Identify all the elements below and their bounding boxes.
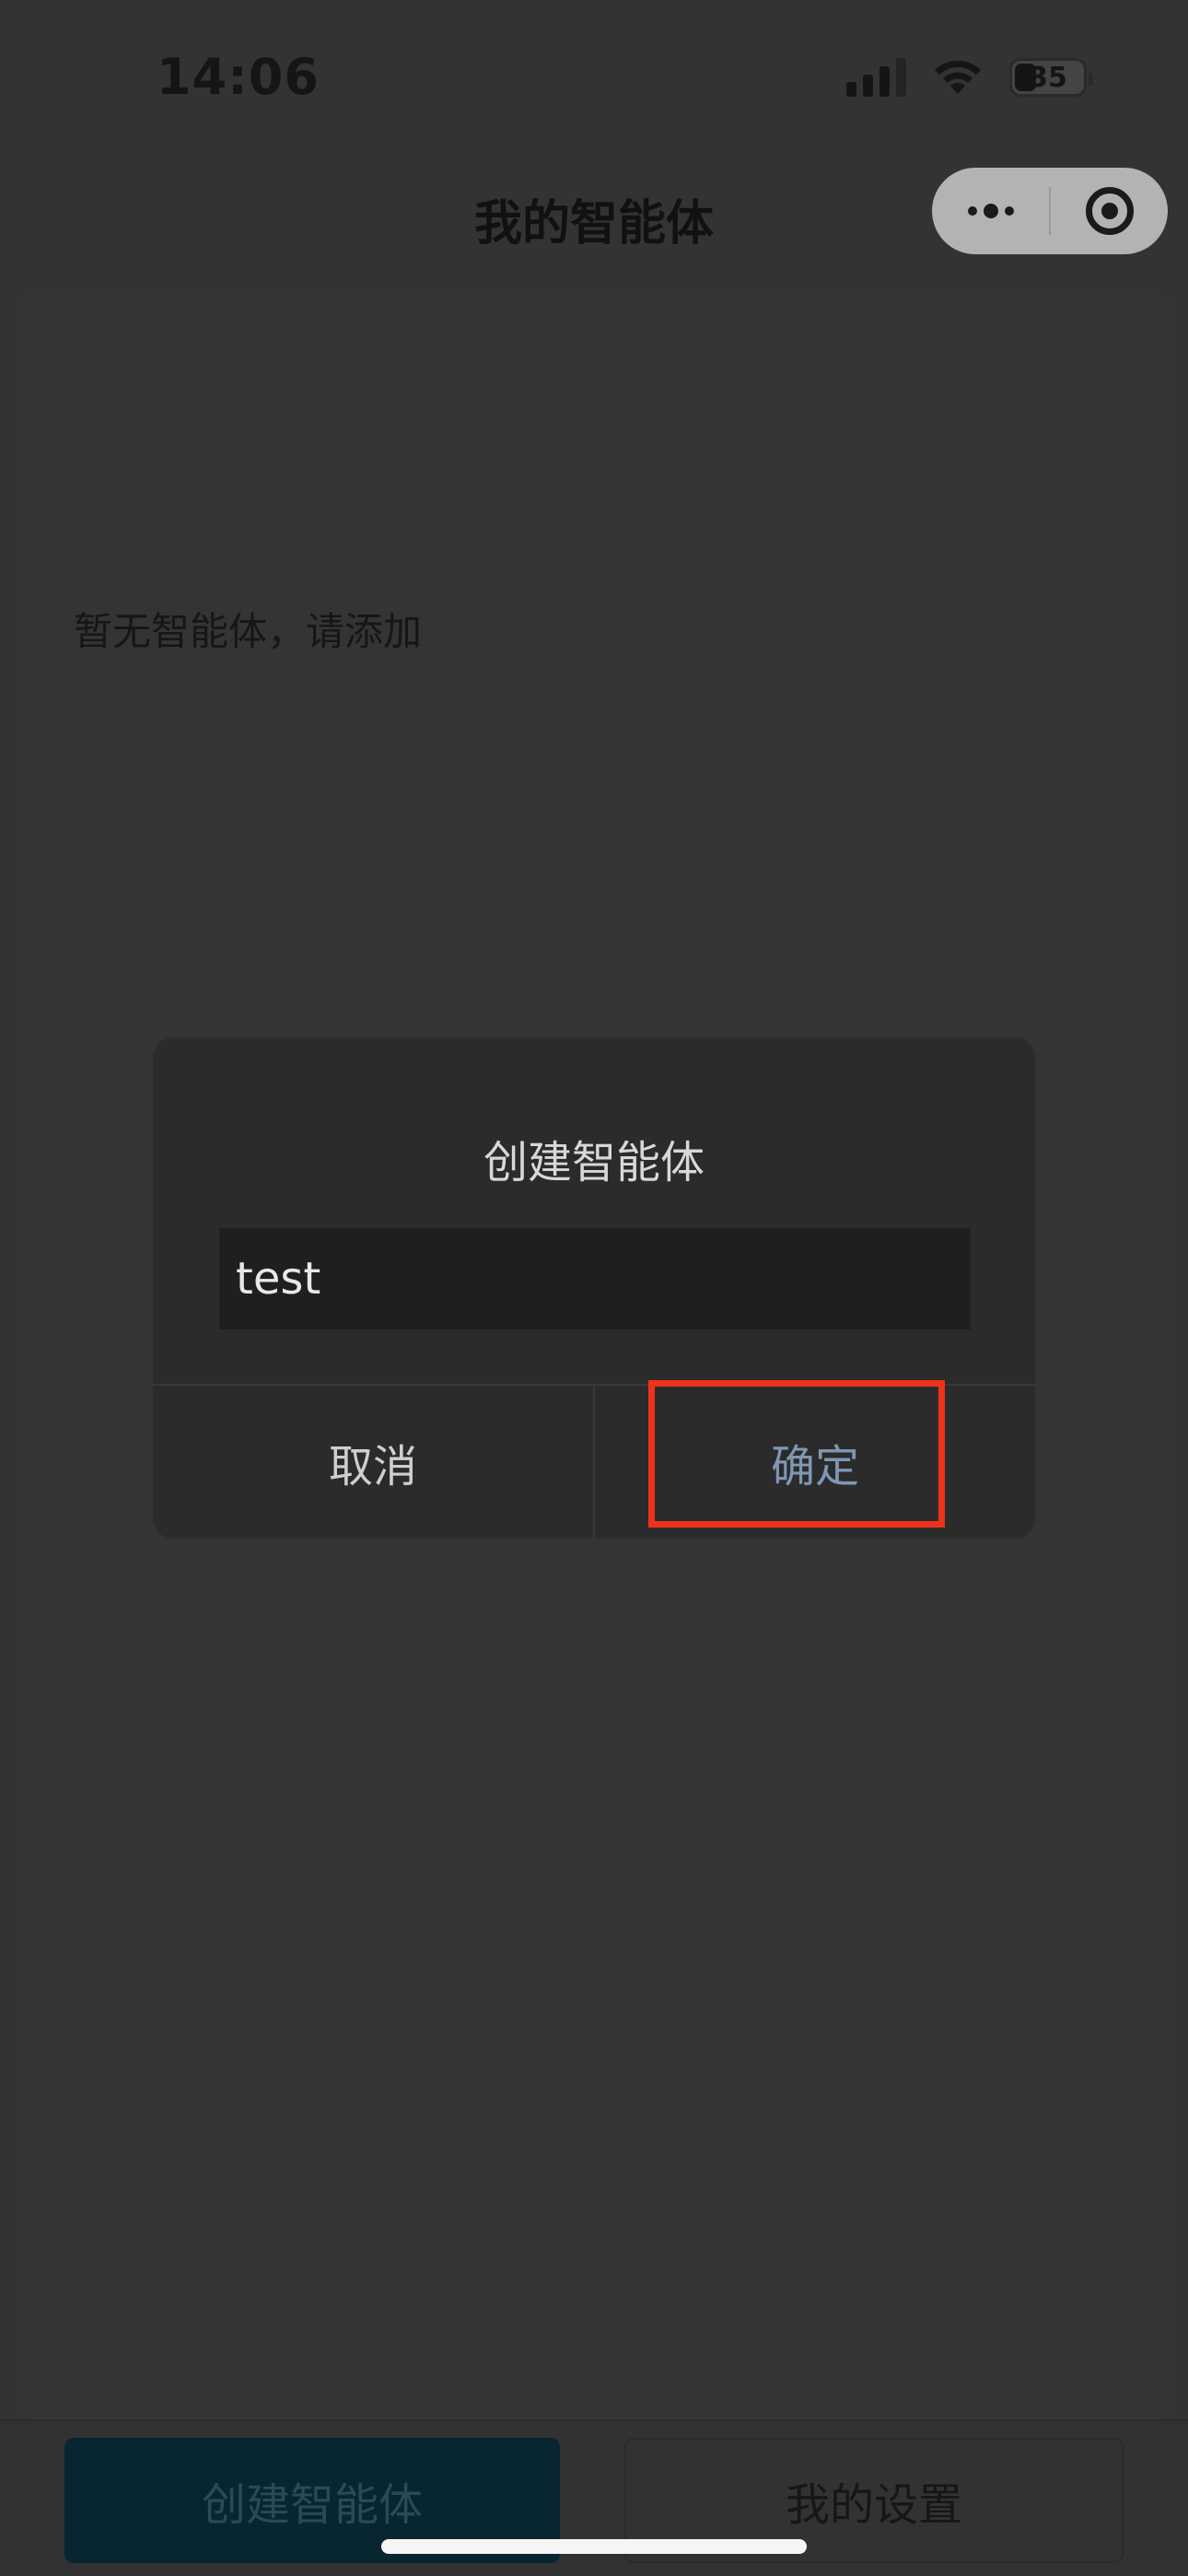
empty-message: 暂无智能体，请添加: [74, 609, 423, 654]
mini-program-capsule: [932, 168, 1168, 254]
cancel-button[interactable]: 取消: [153, 1386, 593, 1539]
dialog-title: 创建智能体: [483, 1137, 705, 1188]
battery-icon: 35: [1009, 58, 1093, 97]
more-icon[interactable]: [932, 168, 1049, 254]
home-indicator: [381, 2539, 807, 2554]
highlight-box: [648, 1380, 945, 1528]
battery-level: 35: [1029, 61, 1067, 94]
status-icons: 35: [846, 57, 1093, 98]
app-screen: 14:06 35 我的智能体 暂无智能体，请添加 创建智能体 test 取消 确…: [0, 0, 1188, 2576]
agent-name-input[interactable]: test: [219, 1228, 971, 1329]
close-icon[interactable]: [1051, 168, 1168, 254]
wifi-icon: [935, 60, 981, 94]
status-time: 14:06: [157, 48, 320, 106]
signal-icon: [846, 58, 906, 97]
